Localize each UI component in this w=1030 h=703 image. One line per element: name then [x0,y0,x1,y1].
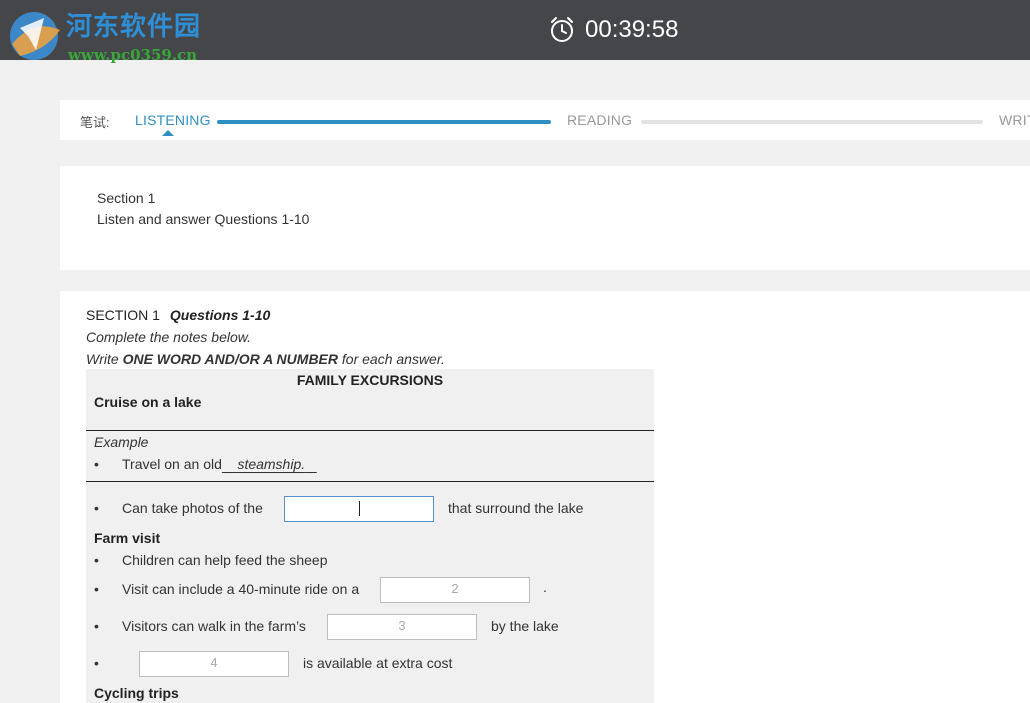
example-answer: steamship. [222,456,317,472]
answer-input-2[interactable]: 2 [380,577,530,603]
section-label: SECTION 1 [86,307,160,323]
bullet: • [94,456,99,472]
notes-table: FAMILY EXCURSIONS Cruise on a lake Examp… [86,369,654,703]
divider [86,430,654,431]
example-answer-text: steamship. [237,456,306,472]
example-line: Travel on an old steamship. [122,456,317,472]
text-cursor [358,501,360,517]
logo-icon [10,12,60,60]
q2-prefix: Visit can include a 40-minute ride on a [122,581,360,597]
tab-reading[interactable]: READING [567,112,632,128]
section-progress: 笔试: LISTENING READING WRIT [60,100,1030,140]
progress-label: 笔试: [80,115,110,130]
cycling-heading: Cycling trips [94,685,179,701]
questions-label: Questions 1-10 [169,307,271,323]
divider [86,481,654,482]
example-text: Travel on an old [122,456,222,472]
q3-prefix: Visitors can walk in the farm’s [122,618,306,634]
logo-text: 河东软件园 [66,12,202,42]
bullet: • [94,581,99,597]
q4-suffix: is available at extra cost [303,655,453,671]
section-header: SECTION 1 Questions 1-10 [86,307,270,323]
bullet: • [94,552,99,568]
exam-timer: 00:39:58 [549,14,678,46]
bullet: • [94,655,99,671]
logo-url: www.pc0359.cn [68,46,198,64]
top-bar: 河东软件园 www.pc0359.cn 00:39:58 [0,0,1030,64]
instruction-write-bold: ONE WORD AND/OR A NUMBER [122,351,338,367]
section-intro: Section 1 Listen and answer Questions 1-… [60,166,1030,270]
q1-prefix: Can take photos of the [122,500,263,516]
answer-input-3[interactable]: 3 [327,614,477,640]
instruction-complete: Complete the notes below. [86,329,251,345]
farm-heading: Farm visit [94,530,161,546]
timer-value: 00:39:58 [585,16,679,43]
bullet: • [94,618,99,634]
question-panel: SECTION 1 Questions 1-10 Complete the not… [60,291,1030,703]
farm-line-1: Children can help feed the sheep [122,552,328,568]
alarm-clock-icon [551,17,573,42]
tab-writing[interactable]: WRIT [999,112,1030,128]
listening-progress-fill [217,120,551,124]
bullet: • [94,500,99,516]
intro-instruction: Listen and answer Questions 1-10 [97,211,310,227]
instruction-write-post: for each answer. [338,351,445,367]
q3-suffix: by the lake [491,618,559,634]
answer-input-4[interactable]: 4 [139,651,289,677]
active-step-caret [162,130,174,136]
notes-title: FAMILY EXCURSIONS [296,372,444,388]
tab-listening[interactable]: LISTENING [135,112,211,128]
answer-input-1[interactable] [284,496,434,522]
example-label: Example [94,434,149,450]
instruction-write: Write ONE WORD AND/OR A NUMBER for each … [86,351,445,367]
q1-suffix: that surround the lake [448,500,584,516]
intro-section-title: Section 1 [97,190,156,206]
cruise-heading: Cruise on a lake [94,394,202,410]
instruction-write-pre: Write [86,351,123,367]
listening-progress-bar [217,120,551,124]
reading-progress-bar [641,120,983,124]
q2-suffix: . [543,579,547,595]
